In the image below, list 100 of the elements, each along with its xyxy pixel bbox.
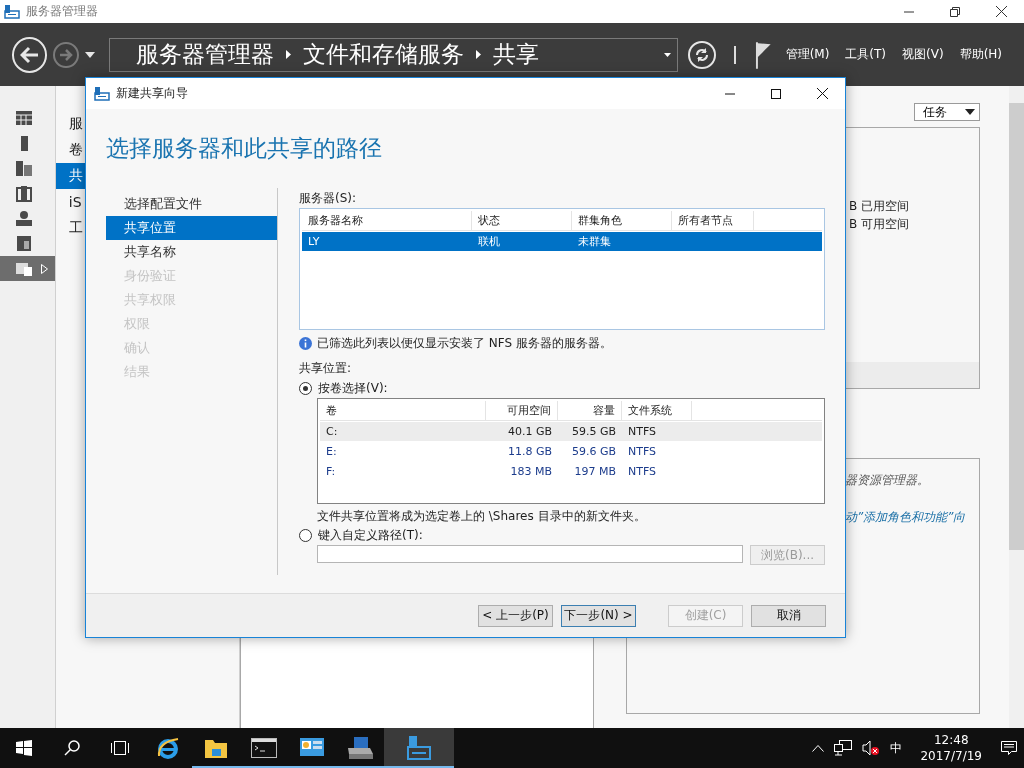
breadcrumb-item[interactable]: 服务器管理器 — [135, 39, 274, 70]
server-manager-icon — [406, 735, 432, 761]
forward-button[interactable] — [53, 41, 79, 68]
scrollbar-thumb[interactable] — [1009, 103, 1024, 550]
expand-icon — [41, 263, 48, 274]
restore-icon[interactable] — [950, 6, 960, 17]
server-tool-icon — [15, 210, 33, 227]
menu-item[interactable]: 管理(M) — [777, 46, 838, 63]
wizard-step[interactable]: 选择配置文件 — [106, 192, 277, 216]
filter-note: 已筛选此列表以便仅显示安装了 NFS 服务器的服务器。 — [317, 334, 612, 352]
folder-icon — [204, 737, 228, 759]
column-header[interactable]: 可用空间 — [486, 401, 558, 420]
browser-icon — [156, 736, 180, 760]
radio-label[interactable]: 键入自定义路径(T): — [318, 526, 423, 544]
task-view-icon[interactable] — [110, 740, 130, 756]
radio-button[interactable] — [299, 381, 312, 395]
column-header[interactable]: 状态 — [472, 211, 572, 230]
dropdown-icon[interactable] — [664, 52, 672, 57]
table-cell-text: NTFS — [627, 464, 658, 480]
refresh-icon — [694, 46, 711, 63]
table-cell-text: 40.1 GB — [506, 424, 553, 440]
dialog-title: 新建共享向导 — [116, 85, 189, 102]
column-header[interactable]: 卷 — [320, 401, 486, 420]
tasks-button[interactable]: 任务 — [914, 103, 981, 121]
server-tool-icon — [15, 160, 33, 177]
close-icon[interactable] — [816, 88, 828, 99]
panel-text: B 已用空间 — [849, 198, 911, 215]
start-icon[interactable] — [16, 740, 32, 756]
computer-management-icon — [346, 736, 374, 760]
volume-note: 文件共享位置将成为选定卷上的 \Shares 目录中的新文件夹。 — [317, 508, 647, 525]
wizard-button[interactable]: 取消 — [751, 604, 826, 627]
server-row[interactable]: LY 联机 未群集 — [302, 232, 822, 251]
field-label: 共享位置: — [299, 360, 353, 377]
column-header[interactable]: 所有者节点 — [672, 211, 754, 230]
volume-row[interactable]: F: 183 MB 197 MB NTFS — [320, 462, 822, 481]
divider-bar — [734, 45, 736, 64]
server-manager-icon — [94, 86, 110, 101]
field-label: 服务器(S): — [299, 190, 358, 207]
back-button[interactable] — [12, 36, 48, 73]
radio-label[interactable]: 按卷选择(V): — [318, 379, 388, 397]
volume-row[interactable]: E: 11.8 GB 59.6 GB NTFS — [320, 442, 822, 461]
table-cell-text: NTFS — [627, 444, 658, 460]
wizard-step[interactable]: 共享位置 — [106, 216, 277, 240]
breadcrumb-item[interactable]: 文件和存储服务 — [302, 39, 464, 70]
chevron-icon — [475, 50, 481, 59]
menu-item[interactable]: 帮助(H) — [951, 46, 1010, 63]
input-method[interactable]: 中 — [890, 739, 903, 757]
breadcrumb-bar[interactable]: 服务器管理器 文件和存储服务 共享 — [108, 37, 679, 72]
caret-icon — [965, 109, 976, 115]
link[interactable]: 动”添加角色和功能”向 — [845, 509, 980, 526]
table-cell-text: LY — [307, 234, 321, 250]
window-title: 服务器管理器 — [26, 3, 99, 20]
panel-text: B 可用空间 — [849, 216, 911, 233]
minimize-icon[interactable] — [725, 92, 735, 95]
volume-row[interactable]: C: 40.1 GB 59.5 GB NTFS — [320, 422, 822, 441]
info-icon — [299, 336, 312, 350]
control-panel-icon — [299, 737, 325, 759]
table-cell-text: F: — [325, 464, 337, 480]
table-cell-text: 未群集 — [577, 234, 612, 250]
clock[interactable]: 12:48 2017/7/19 — [920, 732, 982, 764]
column-header[interactable]: 文件系统 — [622, 401, 692, 420]
breadcrumb-item[interactable]: 共享 — [492, 39, 539, 70]
server-tool-icon — [15, 110, 33, 127]
muted-speaker-icon[interactable] — [862, 740, 881, 756]
table-cell-text: 11.8 GB — [506, 444, 553, 460]
column-header[interactable]: 群集角色 — [572, 211, 672, 230]
refresh-button[interactable] — [688, 40, 716, 69]
notification-icon[interactable] — [1000, 740, 1018, 756]
table-cell-text: NTFS — [627, 424, 658, 440]
server-tool-icon — [15, 235, 33, 252]
network-icon[interactable] — [834, 740, 853, 756]
flag-icon[interactable] — [753, 40, 772, 69]
chevron-icon — [285, 50, 291, 59]
table-cell-text: 197 MB — [573, 464, 617, 480]
dropdown-icon[interactable] — [85, 51, 95, 58]
close-icon[interactable] — [995, 6, 1007, 17]
wizard-heading: 选择服务器和此共享的路径 — [106, 134, 383, 163]
path-field[interactable] — [317, 545, 743, 563]
sidebar-item[interactable] — [0, 256, 55, 281]
table-cell-text: 183 MB — [509, 464, 553, 480]
server-tool-icon — [15, 185, 33, 202]
maximize-icon[interactable] — [771, 88, 781, 99]
table-cell-text: E: — [325, 444, 338, 460]
chevron-up-icon[interactable] — [812, 744, 825, 752]
forward-arrow-icon — [59, 48, 74, 61]
wizard-button[interactable]: < 上一步(P) — [478, 604, 553, 627]
column-header[interactable]: 容量 — [558, 401, 622, 420]
table-cell-text: C: — [325, 424, 339, 440]
radio-button[interactable] — [299, 528, 312, 542]
wizard-step[interactable]: 共享名称 — [106, 240, 277, 264]
server-manager-icon — [4, 4, 20, 19]
menu-item[interactable]: 视图(V) — [894, 46, 952, 63]
table-cell-text: 联机 — [477, 234, 501, 250]
column-header[interactable]: 服务器名称 — [302, 211, 472, 230]
search-icon[interactable] — [64, 740, 80, 756]
minimize-icon[interactable] — [904, 10, 914, 13]
table-cell-text: 59.5 GB — [570, 424, 617, 440]
menu-item[interactable]: 工具(T) — [837, 46, 895, 63]
back-arrow-icon — [19, 45, 40, 64]
wizard-button[interactable]: 下一步(N) > — [561, 604, 636, 627]
